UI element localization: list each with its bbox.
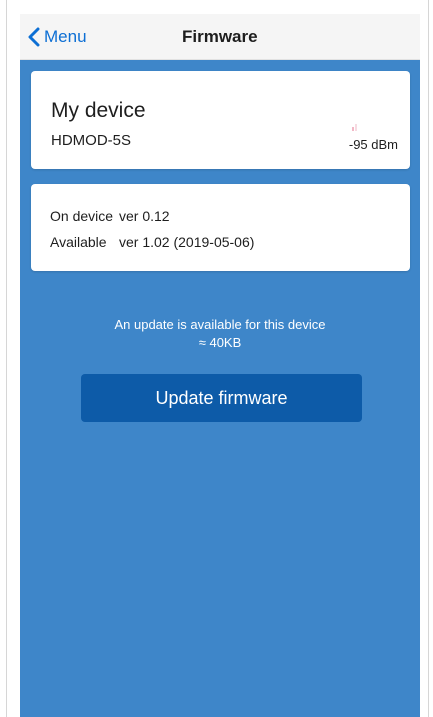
update-firmware-button[interactable]: Update firmware	[81, 374, 362, 422]
nav-bar: Menu Firmware	[20, 14, 420, 60]
signal-strength-value: -95 dBm	[348, 137, 398, 152]
chevron-left-icon	[28, 27, 40, 47]
version-card: On device ver 0.12 Available ver 1.02 (2…	[31, 184, 410, 271]
frame-right-edge	[428, 0, 433, 717]
app-container: Menu Firmware My device HDMOD-5S -95 dBm…	[20, 14, 420, 717]
update-available-text: An update is available for this device	[114, 317, 326, 332]
device-card[interactable]: My device HDMOD-5S -95 dBm	[31, 71, 410, 169]
frame-left-edge	[0, 0, 7, 717]
on-device-row: On device ver 0.12	[50, 208, 170, 224]
screen-frame: Menu Firmware My device HDMOD-5S -95 dBm…	[0, 0, 433, 717]
available-row: Available ver 1.02 (2019-05-06)	[50, 234, 254, 250]
back-label: Menu	[44, 27, 87, 46]
on-device-value: ver 0.12	[119, 208, 170, 224]
update-size-text: ≈ 40KB	[198, 335, 242, 350]
page-title: Firmware	[182, 27, 258, 46]
available-value: ver 1.02 (2019-05-06)	[119, 234, 255, 250]
signal-strength-icon	[350, 119, 360, 131]
device-model: HDMOD-5S	[51, 132, 132, 149]
update-message: An update is available for this device ≈…	[20, 316, 420, 352]
back-button[interactable]: Menu	[28, 25, 87, 49]
on-device-label: On device	[50, 208, 114, 224]
device-name: My device	[51, 99, 146, 122]
available-label: Available	[50, 234, 107, 250]
